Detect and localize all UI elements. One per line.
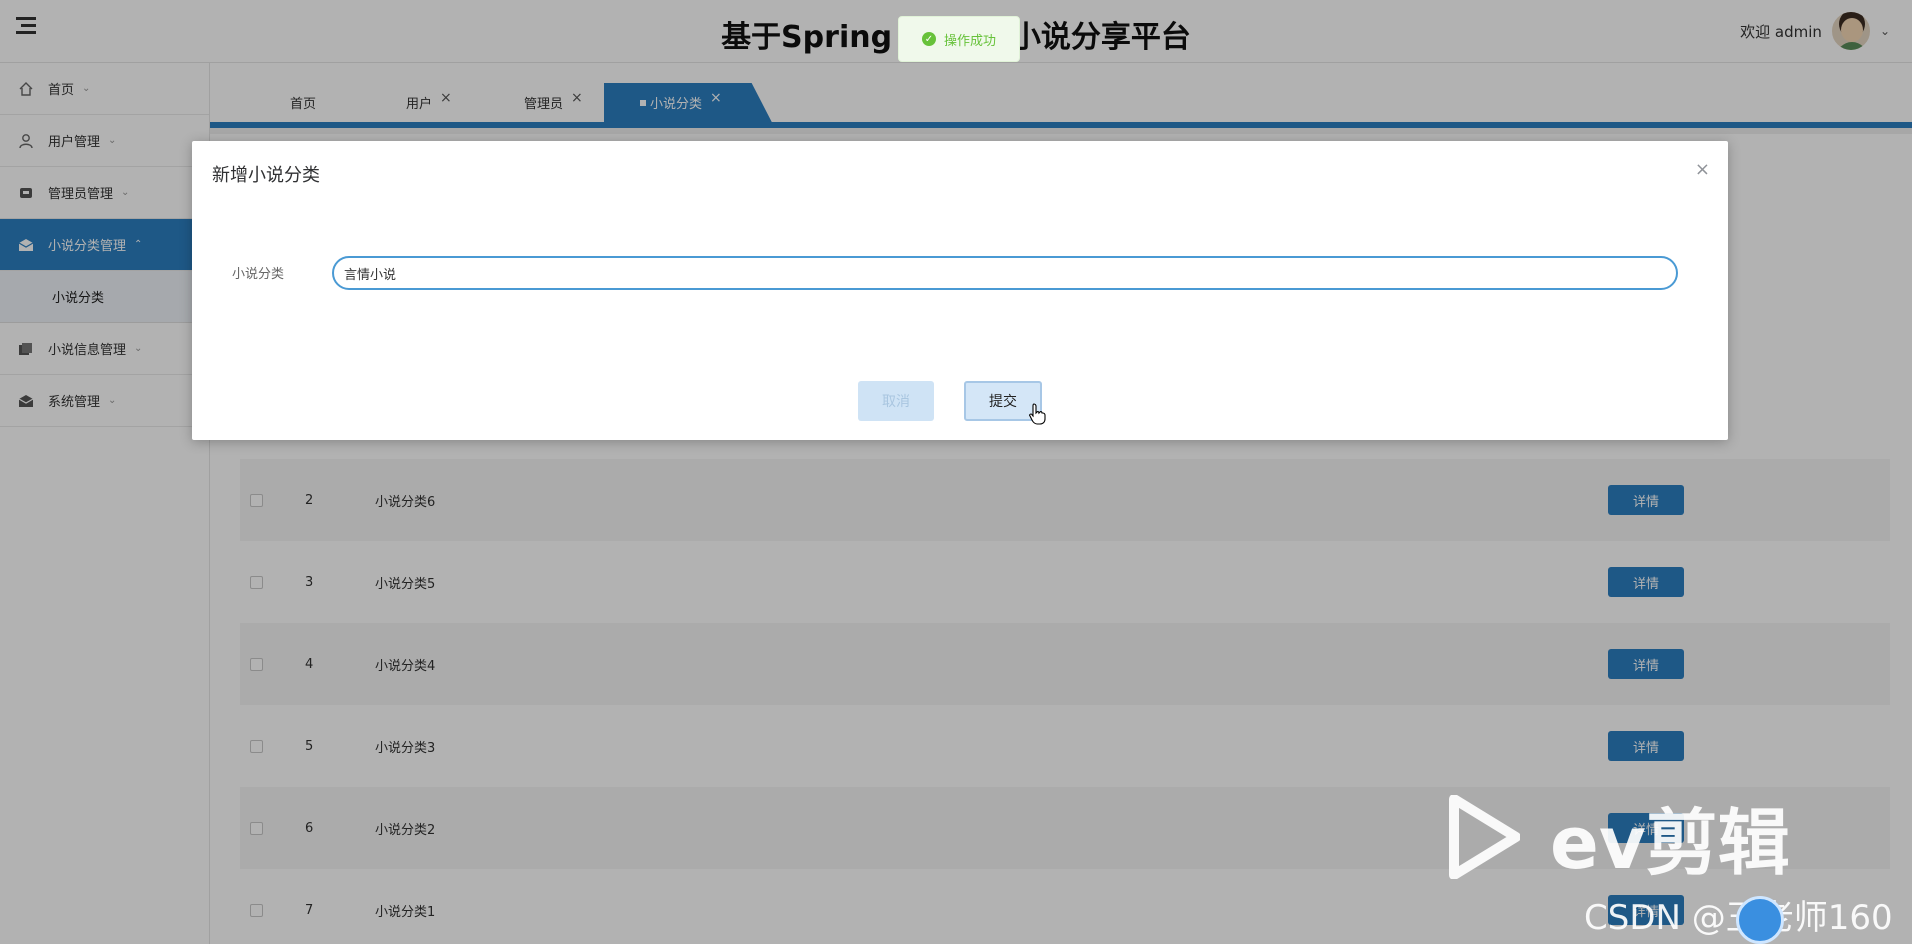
hand-cursor-icon — [1029, 403, 1046, 425]
toast-message: 操作成功 — [943, 33, 996, 49]
close-icon[interactable]: × — [1695, 159, 1710, 180]
record-badge-icon — [1736, 896, 1784, 944]
ev-watermark: ev剪辑 — [1448, 784, 1790, 889]
dialog-title: 新增小说分类 — [212, 165, 320, 186]
play-logo-icon — [1449, 794, 1520, 879]
success-toast: ✓ 操作成功 — [898, 16, 1020, 62]
category-field-label: 小说分类 — [232, 267, 285, 282]
category-input[interactable] — [332, 256, 1678, 290]
ev-watermark-text: ev剪辑 — [1550, 801, 1790, 885]
cancel-button[interactable]: 取消 — [858, 381, 934, 421]
add-category-dialog: 新增小说分类 × 小说分类 取消 提交 — [192, 141, 1728, 440]
check-circle-icon: ✓ — [921, 32, 936, 46]
